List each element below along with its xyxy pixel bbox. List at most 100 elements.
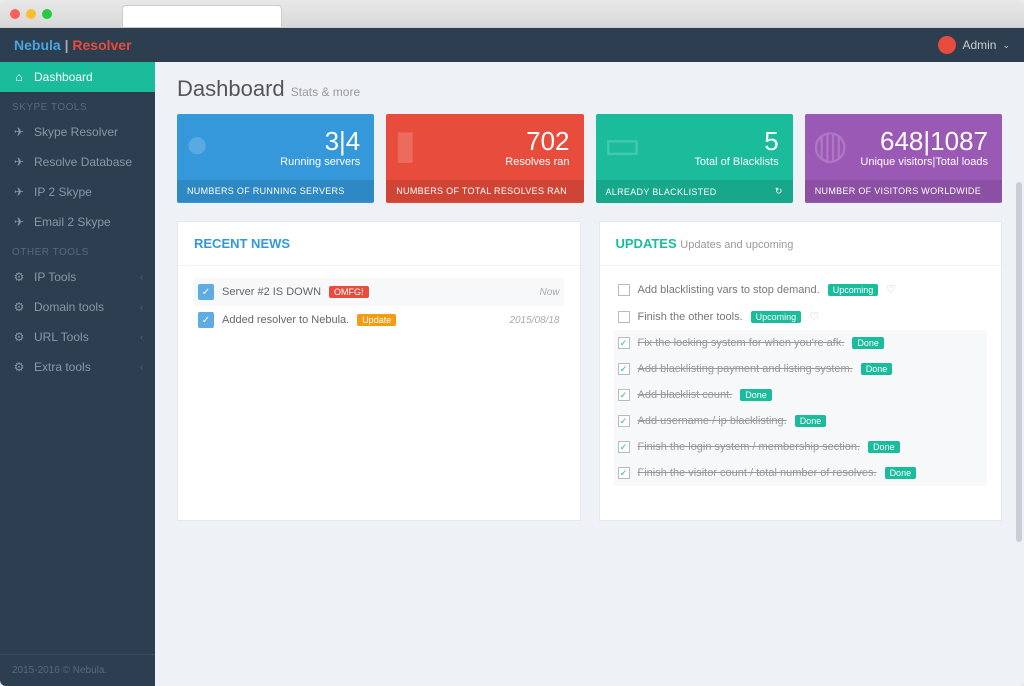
update-row[interactable]: Finish the other tools. Upcoming ♡ (614, 303, 988, 330)
stat-card[interactable]: ●3|4Running serversNUMBERS OF RUNNING SE… (177, 114, 374, 203)
browser-titlebar (0, 0, 1024, 28)
bell-icon[interactable]: ♡ (809, 310, 819, 323)
sidebar-item-url-tools[interactable]: ⚙URL Tools‹ (0, 322, 155, 352)
update-row[interactable]: Finish the login system / membership sec… (614, 434, 988, 460)
brand-logo[interactable]: Nebula | Resolver (14, 37, 132, 53)
main-content: Dashboard Stats & more ●3|4Running serve… (155, 62, 1024, 686)
brand-sep: | (65, 37, 69, 53)
status-badge: Done (740, 389, 772, 401)
stat-value: 648|1087 (880, 128, 988, 154)
stat-cards: ●3|4Running serversNUMBERS OF RUNNING SE… (177, 114, 1002, 203)
sidebar-item-label: Skype Resolver (34, 125, 118, 139)
news-row[interactable]: ✓Server #2 IS DOWNOMFG!Now (194, 278, 564, 306)
update-row[interactable]: Finish the visitor count / total number … (614, 460, 988, 486)
sidebar-section-other: OTHER TOOLS (0, 237, 155, 262)
update-text: Finish the other tools. (638, 311, 743, 323)
checkbox[interactable] (618, 311, 630, 323)
update-row[interactable]: Add blacklisting vars to stop demand. Up… (614, 276, 988, 303)
sidebar-item-label: Email 2 Skype (34, 215, 111, 229)
page-title-text: Dashboard (177, 76, 285, 101)
stat-foot-text: ALREADY BLACKLISTED (606, 187, 717, 197)
tool-icon: ⚙ (12, 270, 26, 284)
sidebar-item-skype-resolver[interactable]: ✈ Skype Resolver (0, 117, 155, 147)
stat-card[interactable]: ◍ 648|1087 Unique visitors|Total loads NUMB… (805, 114, 1002, 203)
checkbox[interactable] (618, 363, 630, 375)
sidebar-item-ip2skype[interactable]: ✈IP 2 Skype (0, 177, 155, 207)
check-icon: ✓ (198, 284, 214, 300)
check-icon: ✓ (198, 312, 214, 328)
stat-label: Running servers (280, 156, 360, 168)
update-text: Add blacklisting payment and listing sys… (638, 363, 853, 375)
checkbox[interactable] (618, 284, 630, 296)
stat-card[interactable]: ▭5Total of BlacklistsALREADY BLACKLISTED… (596, 114, 793, 203)
news-text: Added resolver to Nebula. (222, 314, 349, 326)
status-badge: Update (357, 314, 396, 326)
checkbox[interactable] (618, 389, 630, 401)
card-bg-icon: ◍ (813, 122, 848, 168)
tool-icon: ⚙ (12, 360, 26, 374)
status-badge: OMFG! (329, 286, 369, 298)
update-row[interactable]: Add username / ip blacklisting. Done (614, 408, 988, 434)
bell-icon[interactable]: ♡ (886, 283, 896, 296)
minimize-icon[interactable] (26, 9, 36, 19)
news-time: Now (539, 287, 559, 298)
status-badge: Done (795, 415, 827, 427)
stat-foot-text: NUMBERS OF TOTAL RESOLVES RAN (396, 186, 567, 196)
stat-label: Unique visitors|Total loads (860, 156, 988, 168)
status-badge: Upcoming (751, 311, 802, 323)
sidebar-item-email2skype[interactable]: ✈ Email 2 Skype (0, 207, 155, 237)
panel-updates-title: UPDATES Updates and upcoming (600, 222, 1002, 266)
scrollbar[interactable] (1016, 182, 1022, 542)
update-text: Add blacklisting vars to stop demand. (638, 284, 820, 296)
news-row[interactable]: ✓Added resolver to Nebula.Update2015/08/… (194, 306, 564, 334)
checkbox[interactable] (618, 441, 630, 453)
avatar (938, 36, 956, 54)
tool-icon: ⚙ (12, 300, 26, 314)
panel-news: RECENT NEWS ✓Server #2 IS DOWNOMFG!Now✓A… (177, 221, 581, 521)
stat-card-foot: NUMBER OF VISITORS WORLDWIDE (805, 180, 1002, 202)
user-name: Admin (962, 38, 996, 52)
updates-list: Add blacklisting vars to stop demand. Up… (600, 266, 1002, 496)
send-icon: ✈ (12, 215, 26, 229)
update-text: Add username / ip blacklisting. (638, 415, 787, 427)
page-subtitle: Stats & more (291, 85, 360, 99)
window-controls[interactable] (10, 9, 52, 19)
sidebar: ⌂ Dashboard SKYPE TOOLS ✈Skype Resolver … (0, 62, 155, 686)
sidebar-item-dashboard[interactable]: ⌂ Dashboard (0, 62, 155, 92)
checkbox[interactable] (618, 415, 630, 427)
stat-card-body: ●3|4Running servers (177, 114, 374, 180)
update-row[interactable]: Add blacklisting payment and listing sys… (614, 356, 988, 382)
stat-card-foot: NUMBERS OF RUNNING SERVERS (177, 180, 374, 202)
sidebar-footer: 2015-2016 © Nebula. (0, 654, 155, 686)
close-icon[interactable] (10, 9, 20, 19)
checkbox[interactable] (618, 337, 630, 349)
browser-window: Nebula | Resolver Admin ⌄ ⌂ Dashboard SK… (0, 0, 1024, 686)
chevron-left-icon: ‹ (140, 272, 143, 282)
sidebar-item-domain-tools[interactable]: ⚙Domain tools‹ (0, 292, 155, 322)
sidebar-item-label: Domain tools (34, 300, 104, 314)
sidebar-item-label: Dashboard (34, 70, 93, 84)
update-row[interactable]: Fix the locking system for when you're a… (614, 330, 988, 356)
stat-foot-text: NUMBER OF VISITORS WORLDWIDE (815, 186, 981, 196)
status-badge: Done (868, 441, 900, 453)
maximize-icon[interactable] (42, 9, 52, 19)
user-menu[interactable]: Admin ⌄ (938, 36, 1010, 54)
brand-part2: Resolver (72, 37, 131, 53)
sidebar-section-skype: SKYPE TOOLS (0, 92, 155, 117)
update-row[interactable]: Add blacklist count. Done (614, 382, 988, 408)
card-bg-icon: ● (185, 122, 209, 167)
stat-label: Total of Blacklists (694, 156, 778, 168)
send-icon: ✈ (12, 125, 26, 139)
sidebar-item-ip-tools[interactable]: ⚙IP Tools‹ (0, 262, 155, 292)
app-body: ⌂ Dashboard SKYPE TOOLS ✈Skype Resolver … (0, 62, 1024, 686)
sidebar-item-resolve-db[interactable]: ✈Resolve Database (0, 147, 155, 177)
stat-card[interactable]: ▮702Resolves ranNUMBERS OF TOTAL RESOLVE… (386, 114, 583, 203)
status-badge: Done (861, 363, 893, 375)
refresh-icon[interactable]: ↻ (775, 186, 783, 197)
sidebar-item-extra-tools[interactable]: ⚙Extra tools‹ (0, 352, 155, 382)
checkbox[interactable] (618, 467, 630, 479)
status-badge: Upcoming (828, 284, 879, 296)
browser-tab[interactable] (122, 5, 282, 27)
stat-card-body: ◍ 648|1087 Unique visitors|Total loads (805, 114, 1002, 180)
update-text: Fix the locking system for when you're a… (638, 337, 845, 349)
